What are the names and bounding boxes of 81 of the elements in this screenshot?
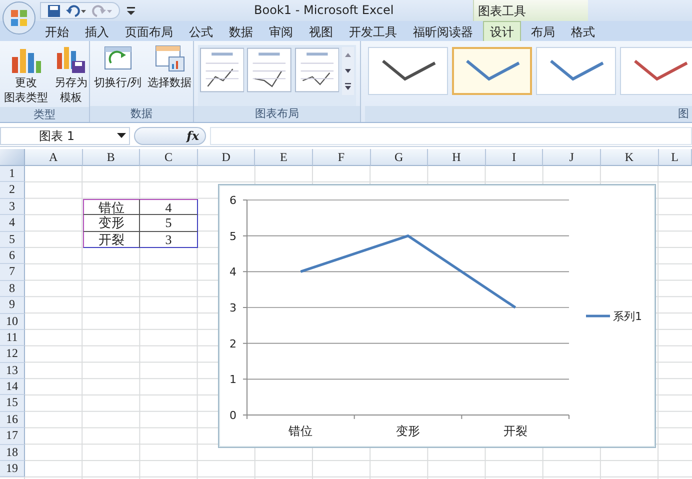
ribbon-tab[interactable]: 视图: [309, 21, 333, 41]
axis-label: 开裂: [503, 424, 528, 438]
window-title: Book1 - Microsoft Excel: [254, 3, 394, 17]
axis-label: 4: [230, 266, 236, 279]
column-header[interactable]: F: [312, 149, 371, 166]
chart-frame[interactable]: 0 1 2 3 4 5 6 错位 变形 开裂 系列1: [218, 184, 656, 448]
undo-icon[interactable]: [65, 4, 87, 18]
row-header[interactable]: 3: [0, 198, 25, 216]
ribbon-button[interactable]: 选择数据: [146, 43, 193, 90]
dropdown-icon[interactable]: [117, 133, 126, 139]
name-box[interactable]: 图表 1: [0, 127, 130, 145]
ribbon-tab[interactable]: 设计: [483, 21, 521, 41]
group-label: 图表布局: [194, 106, 360, 122]
row-header[interactable]: 1: [0, 166, 25, 182]
chart-layout-thumbnail[interactable]: [294, 47, 339, 93]
row-header[interactable]: 17: [0, 428, 25, 445]
table-cell: 4: [140, 198, 198, 216]
group-label: 数据: [90, 106, 193, 122]
chart-layout-thumbnail[interactable]: [247, 47, 292, 93]
row-header[interactable]: 4: [0, 215, 25, 232]
column-header[interactable]: K: [600, 149, 659, 166]
ribbon-tab[interactable]: 插入: [85, 21, 109, 41]
row-header[interactable]: 18: [0, 444, 25, 462]
axis-label: 3: [230, 302, 236, 314]
row-header[interactable]: 14: [0, 379, 25, 396]
column-header[interactable]: A: [25, 149, 83, 166]
customize-icon[interactable]: [126, 5, 136, 17]
axis-label: 0: [230, 409, 236, 422]
ribbon-tab[interactable]: 开发工具: [349, 21, 397, 41]
ribbon-tab[interactable]: 公式: [189, 21, 213, 41]
column-header[interactable]: L: [658, 149, 692, 166]
axis-label: 1: [230, 373, 236, 386]
row-header[interactable]: 8: [0, 280, 25, 298]
row-header[interactable]: 10: [0, 314, 25, 330]
column-header[interactable]: I: [486, 149, 544, 166]
table-cell: 变形: [82, 215, 140, 232]
ribbon-tab[interactable]: 审阅: [269, 21, 293, 41]
row-header[interactable]: 12: [0, 346, 25, 363]
column-header[interactable]: E: [255, 149, 313, 166]
row-header[interactable]: 7: [0, 264, 25, 281]
ribbon-button[interactable]: 更改 图表类型: [3, 43, 49, 105]
ribbon-tab[interactable]: 页面布局: [125, 21, 173, 41]
axis-label: 6: [230, 194, 236, 207]
row-header[interactable]: 2: [0, 182, 25, 199]
column-header[interactable]: D: [198, 149, 256, 166]
column-header[interactable]: G: [370, 149, 428, 166]
ribbon-button[interactable]: 切换行/列: [93, 43, 143, 90]
axis-label: 错位: [288, 424, 313, 438]
group-label: 类型: [0, 107, 89, 122]
ribbon-tab[interactable]: 福昕阅读器: [413, 21, 473, 41]
row-header[interactable]: 11: [0, 330, 25, 346]
table-cell: 错位: [82, 198, 140, 216]
row-header[interactable]: 13: [0, 362, 25, 380]
row-header[interactable]: 19: [0, 461, 25, 478]
row-header[interactable]: 15: [0, 395, 25, 412]
table-cell: 3: [140, 232, 198, 248]
formula-field[interactable]: [210, 127, 692, 145]
legend-label: 系列1: [613, 310, 642, 323]
row-header[interactable]: 5: [0, 232, 25, 248]
ribbon-tab[interactable]: 数据: [229, 21, 253, 41]
row-header[interactable]: 6: [0, 248, 25, 264]
contextual-tab-label: 图表工具: [473, 0, 588, 21]
function-button[interactable]: fx: [186, 129, 199, 143]
ribbon-tab[interactable]: 布局: [531, 21, 555, 41]
column-header[interactable]: C: [140, 149, 198, 166]
table-cell: 开裂: [82, 232, 140, 248]
column-header[interactable]: H: [428, 149, 486, 166]
axis-label: 变形: [396, 424, 420, 438]
column-header[interactable]: B: [82, 149, 140, 166]
ribbon-tab[interactable]: 格式: [571, 21, 595, 41]
row-header[interactable]: 9: [0, 297, 25, 314]
axis-label: 2: [230, 337, 236, 350]
chart-layout-thumbnail[interactable]: [200, 47, 244, 93]
ribbon-button[interactable]: 另存为 模板: [53, 43, 89, 105]
row-header[interactable]: 16: [0, 412, 25, 428]
table-cell: 5: [140, 215, 198, 232]
ribbon-tab[interactable]: 开始: [45, 21, 69, 41]
save-icon[interactable]: [47, 4, 61, 18]
column-header[interactable]: J: [543, 149, 601, 166]
group-label: 图: [365, 106, 692, 122]
axis-label: 5: [230, 230, 236, 243]
